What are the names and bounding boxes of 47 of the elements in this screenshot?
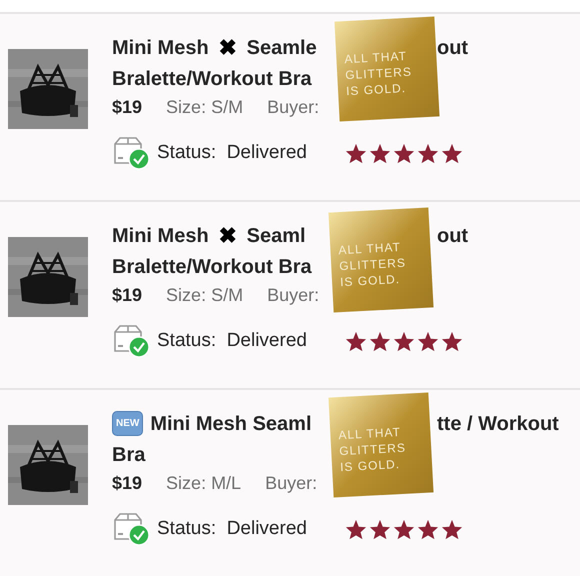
size-text: Size: M/L [166, 472, 242, 494]
delivered-box-icon [112, 512, 150, 546]
size-text: Size: S/M [166, 96, 244, 118]
delivered-box-icon [112, 324, 150, 358]
star-icon [393, 330, 415, 352]
status-text: Status: Delivered [157, 140, 308, 165]
star-icon [441, 518, 463, 540]
star-icon [417, 330, 439, 352]
star-icon [369, 142, 391, 164]
star-icon [345, 330, 367, 352]
sticker-text: ALL THAT GLITTERS IS GOLD. [338, 238, 408, 290]
status-text: Status: Delivered [157, 516, 308, 541]
price-text: $19 [112, 472, 142, 494]
star-icon [441, 330, 463, 352]
new-badge: NEW [112, 411, 144, 436]
title-text: Seamle [246, 36, 317, 60]
star-icon [393, 142, 415, 164]
buyer-label: Buyer: [267, 96, 320, 119]
cross-symbol: ✖ [218, 34, 237, 62]
title-text: Bra [112, 442, 146, 468]
title-text: Mini Mesh [112, 224, 209, 248]
star-icon [369, 330, 391, 352]
buyer-label: Buyer: [265, 472, 318, 495]
title-text: out [437, 36, 468, 60]
star-icon [417, 142, 439, 164]
title-text: Mini Mesh Seaml [150, 412, 312, 436]
buyer-label: Buyer: [267, 284, 320, 307]
star-icon [393, 518, 415, 540]
star-icon [417, 518, 439, 540]
title-text: Mini Mesh [112, 36, 209, 60]
star-icon [369, 518, 391, 540]
star-icon [441, 142, 463, 164]
cross-symbol: ✖ [218, 222, 237, 250]
sticker-text: ALL THAT GLITTERS IS GOLD. [344, 48, 414, 100]
sticker-text: ALL THAT GLITTERS IS GOLD. [338, 424, 408, 476]
price-text: $19 [112, 284, 142, 306]
title-text: Bralette/Workout Bra [112, 66, 312, 92]
size-text: Size: S/M [166, 284, 244, 306]
star-icon [345, 142, 367, 164]
title-text: Bralette/Workout Bra [112, 254, 312, 280]
price-text: $19 [112, 96, 142, 118]
title-text: tte / Workout [437, 412, 559, 436]
delivered-box-icon [112, 136, 150, 170]
star-icon [345, 518, 367, 540]
title-text: out [437, 224, 468, 248]
title-text: Seaml [246, 224, 306, 248]
status-text: Status: Delivered [157, 328, 308, 353]
